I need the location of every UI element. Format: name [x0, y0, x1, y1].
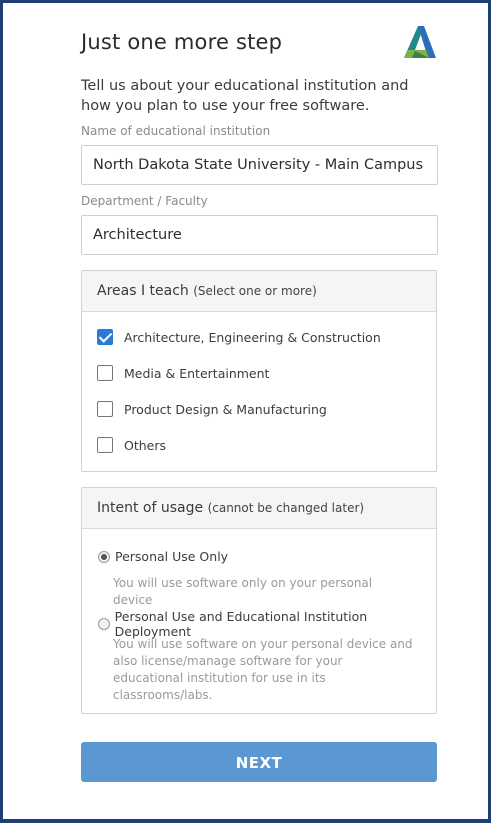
radio-selected[interactable]: [98, 550, 110, 563]
intent-option-label: Personal Use Only: [115, 549, 229, 564]
area-option-media[interactable]: Media & Entertainment: [97, 363, 269, 383]
next-button[interactable]: NEXT: [81, 742, 437, 782]
department-field[interactable]: Architecture: [81, 215, 438, 255]
areas-panel-header: Areas I teach (Select one or more): [82, 271, 436, 312]
radio[interactable]: [98, 618, 110, 630]
institution-label: Name of educational institution: [81, 124, 271, 138]
intent-option-description: You will use software on your personal d…: [113, 637, 413, 702]
autodesk-logo-icon: [404, 26, 436, 58]
intent-option-personal[interactable]: Personal Use Only: [98, 549, 228, 564]
intent-option-description: You will use software only on your perso…: [113, 576, 373, 607]
areas-subheading: (Select one or more): [193, 284, 317, 298]
checkbox[interactable]: [97, 437, 113, 453]
intro-text: Tell us about your educational instituti…: [81, 78, 409, 114]
area-option-label: Product Design & Manufacturing: [124, 401, 327, 417]
intent-option-deployment[interactable]: Personal Use and Educational Institution…: [98, 609, 436, 639]
areas-heading: Areas I teach: [97, 283, 189, 299]
area-option-aec[interactable]: Architecture, Engineering & Construction: [97, 327, 381, 347]
area-option-label: Media & Entertainment: [124, 365, 270, 381]
area-option-product-design[interactable]: Product Design & Manufacturing: [97, 399, 327, 419]
area-option-label: Architecture, Engineering & Construction: [124, 329, 381, 345]
checkbox[interactable]: [97, 365, 113, 381]
institution-field[interactable]: North Dakota State University - Main Cam…: [81, 145, 438, 185]
department-label: Department / Faculty: [81, 194, 208, 208]
checkbox-checked[interactable]: [97, 329, 113, 345]
page-title: Just one more step: [81, 30, 283, 54]
areas-panel: Areas I teach (Select one or more) Archi…: [81, 270, 437, 472]
intent-heading: Intent of usage: [97, 500, 204, 516]
intent-panel: Intent of usage (cannot be changed later…: [81, 487, 437, 714]
checkbox[interactable]: [97, 401, 113, 417]
area-option-others[interactable]: Others: [97, 435, 166, 455]
area-option-label: Others: [124, 437, 167, 453]
intent-subheading: (cannot be changed later): [207, 501, 365, 515]
intent-option-label: Personal Use and Educational Institution…: [114, 609, 368, 639]
intent-panel-header: Intent of usage (cannot be changed later…: [82, 488, 436, 529]
